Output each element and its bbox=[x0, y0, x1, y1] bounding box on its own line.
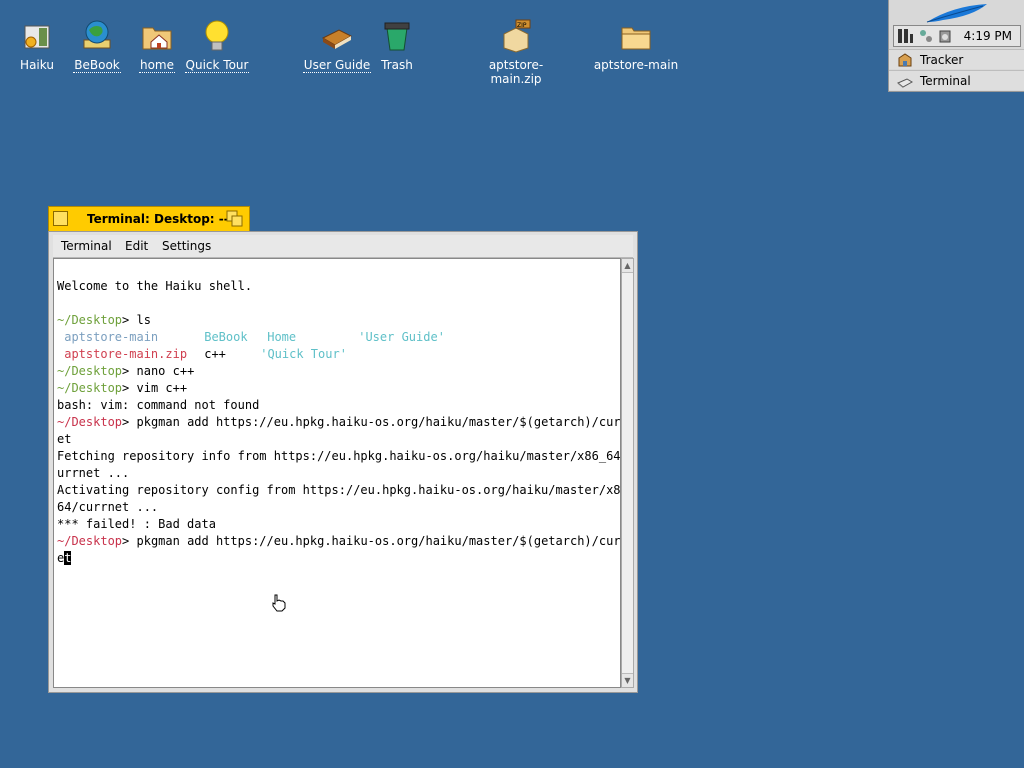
terminal-line: Activating repository config from https:… bbox=[57, 482, 620, 499]
command-text: nano c++ bbox=[129, 364, 195, 378]
deskbar-menu-button[interactable] bbox=[889, 0, 1024, 25]
terminal-line: ~/Desktop> pkgman add https://eu.hpkg.ha… bbox=[57, 533, 620, 550]
deskbar-item-tracker[interactable]: Tracker bbox=[889, 49, 1024, 69]
command-text: pkgman add https://eu.hpkg.haiku-os.org/… bbox=[129, 534, 621, 548]
haiku-drive-icon bbox=[24, 25, 50, 49]
deskbar: 4:19 PM Tracker Terminal bbox=[888, 0, 1024, 92]
terminal-line: ~/Desktop> ls bbox=[57, 312, 620, 329]
ls-entry: Home bbox=[267, 330, 297, 344]
haiku-leaf-icon bbox=[926, 4, 987, 23]
command-text: pkgman add https://eu.hpkg.haiku-os.org/… bbox=[129, 415, 621, 429]
prompt-path: ~/Desktop bbox=[57, 381, 123, 395]
menu-bar: Terminal Edit Settings bbox=[53, 235, 633, 258]
terminal-line: et bbox=[57, 550, 620, 567]
terminal-line: bash: vim: command not found bbox=[57, 397, 620, 414]
terminal-line: ~/Desktop> pkgman add https://eu.hpkg.ha… bbox=[57, 414, 620, 431]
ls-entry: 'Quick Tour' bbox=[260, 347, 347, 361]
terminal-window: Terminal Edit Settings Welcome to the Ha… bbox=[48, 231, 638, 693]
scroll-up-arrow-icon[interactable]: ▲ bbox=[622, 259, 633, 273]
network-icon[interactable] bbox=[919, 28, 933, 44]
globe-book-icon bbox=[83, 20, 111, 49]
prompt-path: ~/Desktop bbox=[57, 534, 123, 548]
text-cursor: t bbox=[64, 551, 72, 565]
vertical-scrollbar[interactable]: ▲ ▼ bbox=[621, 258, 634, 688]
terminal-line: ~/Desktop> vim c++ bbox=[57, 380, 620, 397]
deskbar-item-terminal[interactable]: Terminal bbox=[889, 70, 1024, 90]
menu-edit[interactable]: Edit bbox=[125, 239, 148, 253]
terminal-line: Fetching repository info from https://eu… bbox=[57, 448, 620, 465]
output-text: urrnet ... bbox=[57, 466, 130, 480]
prompt-path: ~/Desktop bbox=[57, 313, 123, 327]
prompt-path: ~/Desktop bbox=[57, 415, 123, 429]
output-text: Fetching repository info from https://eu… bbox=[57, 449, 621, 463]
output-text: bash: vim: command not found bbox=[57, 398, 260, 412]
desktop-icon-quick-tour[interactable]: Quick Tour bbox=[172, 18, 262, 73]
terminal-line: *** failed! : Bad data bbox=[57, 516, 620, 533]
command-text: ls bbox=[129, 313, 151, 327]
zip-package-icon: ZIP bbox=[503, 19, 531, 53]
trash-icon bbox=[384, 22, 410, 51]
desktop-icon-label: Quick Tour bbox=[184, 58, 250, 73]
terminal-line: Welcome to the Haiku shell. bbox=[57, 278, 620, 295]
home-folder-icon bbox=[142, 27, 172, 50]
menu-terminal[interactable]: Terminal bbox=[61, 239, 112, 253]
deskbar-item-label: Tracker bbox=[920, 53, 964, 67]
desktop-icon-label: aptstore-main.zip bbox=[488, 58, 544, 86]
desktop-icon-aptstore-folder[interactable]: aptstore-main bbox=[591, 18, 681, 72]
guide-book-icon bbox=[321, 29, 353, 49]
clock[interactable]: 4:19 PM bbox=[964, 29, 1012, 43]
terminal-line: et bbox=[57, 431, 620, 448]
close-button[interactable] bbox=[53, 211, 68, 226]
terminal-line: urrnet ... bbox=[57, 465, 620, 482]
desktop-icon-label: home bbox=[138, 58, 176, 73]
folder-icon bbox=[621, 27, 651, 50]
terminal-line: aptstore-main.zip c++ 'Quick Tour' bbox=[57, 346, 620, 363]
desktop-icon-trash[interactable]: Trash bbox=[352, 18, 442, 72]
window-title: Terminal: Desktop: -- bbox=[87, 212, 229, 226]
deskbar-item-label: Terminal bbox=[920, 74, 971, 88]
command-text: vim c++ bbox=[129, 381, 188, 395]
terminal-line: aptstore-main BeBook Home 'User Guide' bbox=[57, 329, 620, 346]
ls-entry: BeBook bbox=[204, 330, 248, 344]
system-tray: 4:19 PM bbox=[893, 25, 1021, 47]
ls-entry: aptstore-main bbox=[64, 330, 159, 344]
output-text: 64/currnet ... bbox=[57, 500, 159, 514]
prompt-path: ~/Desktop bbox=[57, 364, 123, 378]
menu-settings[interactable]: Settings bbox=[162, 239, 211, 253]
volume-icon[interactable] bbox=[938, 28, 952, 44]
window-tab[interactable]: Terminal: Desktop: -- bbox=[48, 206, 250, 232]
terminal-icon bbox=[897, 78, 913, 88]
output-text: Activating repository config from https:… bbox=[57, 483, 621, 497]
terminal-view[interactable]: Welcome to the Haiku shell. ~/Desktop> l… bbox=[53, 258, 621, 688]
command-text: et bbox=[57, 432, 72, 446]
hand-pointer-icon bbox=[272, 594, 286, 612]
desktop-icon-label: Trash bbox=[381, 58, 413, 72]
cpu-monitor-icon[interactable] bbox=[898, 28, 914, 44]
desktop-icon-label: Haiku bbox=[20, 58, 54, 72]
output-text: *** failed! : Bad data bbox=[57, 517, 216, 531]
desktop-icon-aptstore-zip[interactable]: ZIP aptstore-main.zip bbox=[471, 18, 561, 86]
lightbulb-icon bbox=[205, 20, 229, 51]
welcome-text: Welcome to the Haiku shell. bbox=[57, 279, 253, 293]
scroll-down-arrow-icon[interactable]: ▼ bbox=[622, 673, 633, 687]
terminal-line: 64/currnet ... bbox=[57, 499, 620, 516]
tracker-icon bbox=[898, 53, 912, 67]
svg-text:ZIP: ZIP bbox=[517, 22, 527, 29]
ls-entry: c++ bbox=[204, 347, 226, 361]
tray-icons bbox=[898, 28, 952, 48]
ls-entry: 'User Guide' bbox=[358, 330, 445, 344]
terminal-line: ~/Desktop> nano c++ bbox=[57, 363, 620, 380]
ls-entry: aptstore-main.zip bbox=[64, 347, 188, 361]
zoom-button[interactable] bbox=[226, 210, 244, 227]
desktop-icon-label: aptstore-main bbox=[593, 58, 679, 72]
